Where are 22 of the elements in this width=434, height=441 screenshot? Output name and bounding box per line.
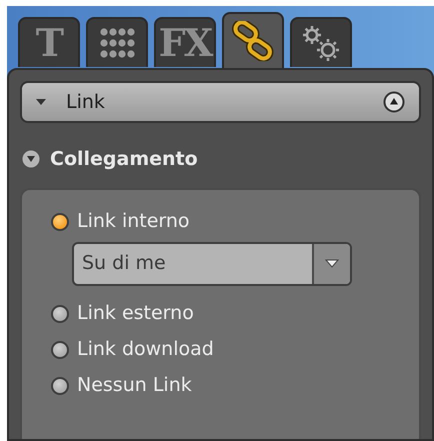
tab[interactable]: FX <box>154 17 216 67</box>
tab[interactable] <box>86 17 148 67</box>
radio-button[interactable] <box>51 340 69 358</box>
radio-button[interactable] <box>51 304 69 322</box>
tab[interactable]: T <box>18 17 80 67</box>
collapse-icon[interactable] <box>383 91 405 113</box>
tab[interactable] <box>222 12 284 68</box>
section-toggle-icon[interactable] <box>22 150 40 168</box>
tab[interactable] <box>290 17 352 67</box>
radio-button[interactable] <box>51 212 69 230</box>
radio-label: Link interno <box>77 209 190 234</box>
chain-icon <box>231 21 275 61</box>
dropdown-arrow-icon <box>325 259 339 268</box>
radio-label: Link download <box>77 337 214 362</box>
section-title: Collegamento <box>50 147 198 172</box>
radio-label: Link esterno <box>77 301 194 326</box>
dots-grid-icon <box>99 26 135 60</box>
page-dropdown[interactable]: Su di me <box>72 242 352 286</box>
radio-label: Nessun Link <box>77 373 192 398</box>
header-title: Link <box>66 90 105 115</box>
caret-icon <box>36 99 46 105</box>
radio-button[interactable] <box>51 376 69 394</box>
